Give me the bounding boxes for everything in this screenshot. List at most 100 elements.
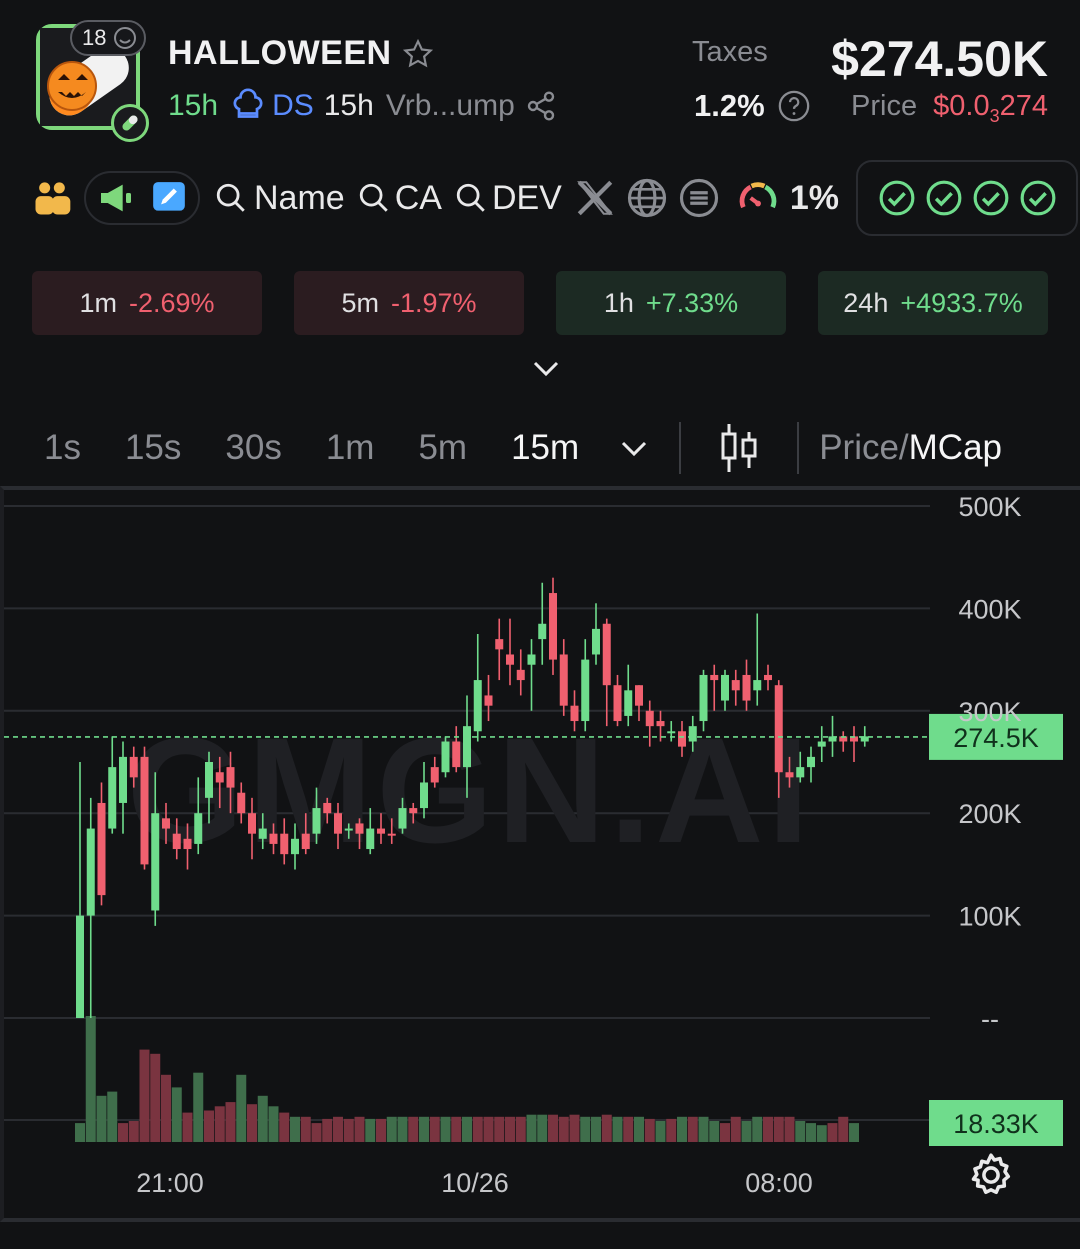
volume-bar bbox=[709, 1121, 720, 1142]
volume-bar bbox=[569, 1114, 580, 1142]
volume-bar bbox=[838, 1116, 849, 1142]
volume-bar bbox=[849, 1123, 859, 1142]
volume-bar bbox=[483, 1116, 494, 1142]
candle-body bbox=[258, 828, 267, 839]
interval-dropdown-chevron-icon[interactable] bbox=[619, 437, 649, 459]
check-circle-icon bbox=[973, 180, 1008, 216]
current-volume-label: 18.33K bbox=[953, 1109, 1039, 1139]
candle-body bbox=[495, 639, 504, 650]
x-tick-label: 10/26 bbox=[441, 1168, 509, 1198]
interval-5m[interactable]: 5m bbox=[418, 428, 467, 468]
volume-bar bbox=[644, 1118, 655, 1142]
volume-bar bbox=[440, 1116, 451, 1142]
change-period: 1h bbox=[603, 287, 634, 318]
x-tick-label: 08:00 bbox=[745, 1168, 813, 1198]
interval-1m[interactable]: 1m bbox=[326, 428, 375, 468]
x-twitter-icon[interactable] bbox=[574, 177, 616, 219]
taxes-label: Taxes bbox=[692, 36, 768, 68]
price-value: $0.03274 bbox=[933, 90, 1048, 126]
price-suffix: 274 bbox=[999, 90, 1048, 122]
candle-body bbox=[183, 838, 192, 850]
candle-body bbox=[76, 915, 84, 1018]
candlestick-type-icon[interactable] bbox=[717, 422, 761, 474]
search-ca-link[interactable]: CA bbox=[395, 179, 442, 218]
interval-30s[interactable]: 30s bbox=[225, 428, 281, 468]
candlestick-chart[interactable]: GMGN.AI 274.5K18.33K 500K400K300K200K100… bbox=[4, 490, 1080, 1218]
gauge-icon bbox=[739, 182, 777, 209]
candle-body bbox=[635, 685, 643, 706]
change-1h[interactable]: 1h +7.33% bbox=[556, 271, 786, 335]
candle-body bbox=[398, 808, 407, 829]
age-badge: 18 bbox=[70, 20, 146, 56]
share-icon[interactable] bbox=[525, 90, 557, 122]
candle-body bbox=[409, 808, 418, 814]
volume-bar bbox=[827, 1123, 838, 1142]
volume-bar bbox=[612, 1116, 623, 1142]
volume-bar bbox=[150, 1053, 161, 1142]
candle-body bbox=[817, 741, 826, 747]
price-label: Price bbox=[851, 90, 918, 122]
candle-body bbox=[366, 828, 375, 850]
volume-bar bbox=[96, 1095, 107, 1142]
security-checks[interactable] bbox=[856, 160, 1078, 236]
volume-bar bbox=[85, 1016, 96, 1142]
volume-bar bbox=[322, 1118, 333, 1142]
ds-label[interactable]: DS bbox=[272, 89, 314, 123]
token-age: 15h bbox=[168, 89, 219, 122]
volume-bar bbox=[429, 1116, 440, 1142]
candle-body bbox=[452, 741, 461, 768]
change-24h[interactable]: 24h +4933.7% bbox=[818, 271, 1048, 335]
help-icon[interactable] bbox=[777, 89, 811, 123]
volume-bar bbox=[225, 1102, 236, 1142]
social-pill-group bbox=[84, 171, 200, 225]
pill-badge bbox=[111, 104, 149, 142]
candle-body bbox=[774, 685, 783, 773]
volume-bar bbox=[752, 1116, 763, 1142]
interval-15s[interactable]: 15s bbox=[125, 428, 181, 468]
candle-body bbox=[280, 833, 289, 855]
candle-body bbox=[581, 659, 590, 722]
volume-bar bbox=[214, 1106, 225, 1142]
volume-bar bbox=[741, 1121, 752, 1142]
chart-settings-gear-icon[interactable] bbox=[966, 1150, 1016, 1200]
change-period: 1m bbox=[79, 287, 117, 318]
list-circle-icon[interactable] bbox=[678, 177, 720, 219]
search-dev-link[interactable]: DEV bbox=[492, 179, 562, 218]
volume-bar bbox=[548, 1114, 558, 1142]
candle-body bbox=[688, 726, 697, 742]
divider bbox=[797, 422, 800, 474]
candle-body bbox=[721, 674, 729, 701]
website-globe-icon[interactable] bbox=[626, 177, 668, 219]
star-icon[interactable] bbox=[402, 38, 434, 70]
price-mcap-toggle[interactable]: Price/MCap bbox=[819, 428, 1002, 468]
chef-hat-icon[interactable] bbox=[230, 88, 266, 124]
candle-body bbox=[742, 674, 751, 701]
volume-bar bbox=[279, 1112, 290, 1142]
interval-1s[interactable]: 1s bbox=[44, 428, 81, 468]
contract-address[interactable]: Vrb...ump bbox=[386, 89, 515, 123]
interval-15m[interactable]: 15m bbox=[511, 428, 579, 468]
megaphone-icon[interactable] bbox=[96, 178, 136, 218]
search-name-link[interactable]: Name bbox=[254, 179, 345, 218]
candle-body bbox=[430, 767, 439, 783]
candle-body bbox=[656, 721, 665, 727]
change-5m[interactable]: 5m -1.97% bbox=[294, 271, 524, 335]
volume-bar bbox=[343, 1118, 354, 1142]
candle-body bbox=[549, 593, 557, 660]
candle-body bbox=[377, 828, 385, 834]
volume-bar bbox=[730, 1116, 741, 1142]
holders-icon[interactable] bbox=[30, 176, 74, 220]
candle-body bbox=[710, 674, 719, 681]
mcap-toggle-option: MCap bbox=[908, 428, 1003, 467]
expand-chevron-icon[interactable] bbox=[530, 356, 562, 380]
token-name: HALLOWEEN bbox=[168, 34, 392, 72]
change-1m[interactable]: 1m -2.69% bbox=[32, 271, 262, 335]
candle-body bbox=[613, 685, 622, 722]
edit-icon[interactable] bbox=[150, 179, 188, 217]
candle-body bbox=[387, 833, 396, 836]
volume-bar bbox=[505, 1116, 515, 1142]
price-toggle-option: Price/ bbox=[819, 428, 909, 467]
change-value: +7.33% bbox=[645, 287, 739, 318]
chart-panel[interactable]: GMGN.AI 274.5K 18.33K 500K 400K 300K 200K 100… bbox=[0, 486, 1080, 1222]
candle-body bbox=[592, 628, 600, 655]
